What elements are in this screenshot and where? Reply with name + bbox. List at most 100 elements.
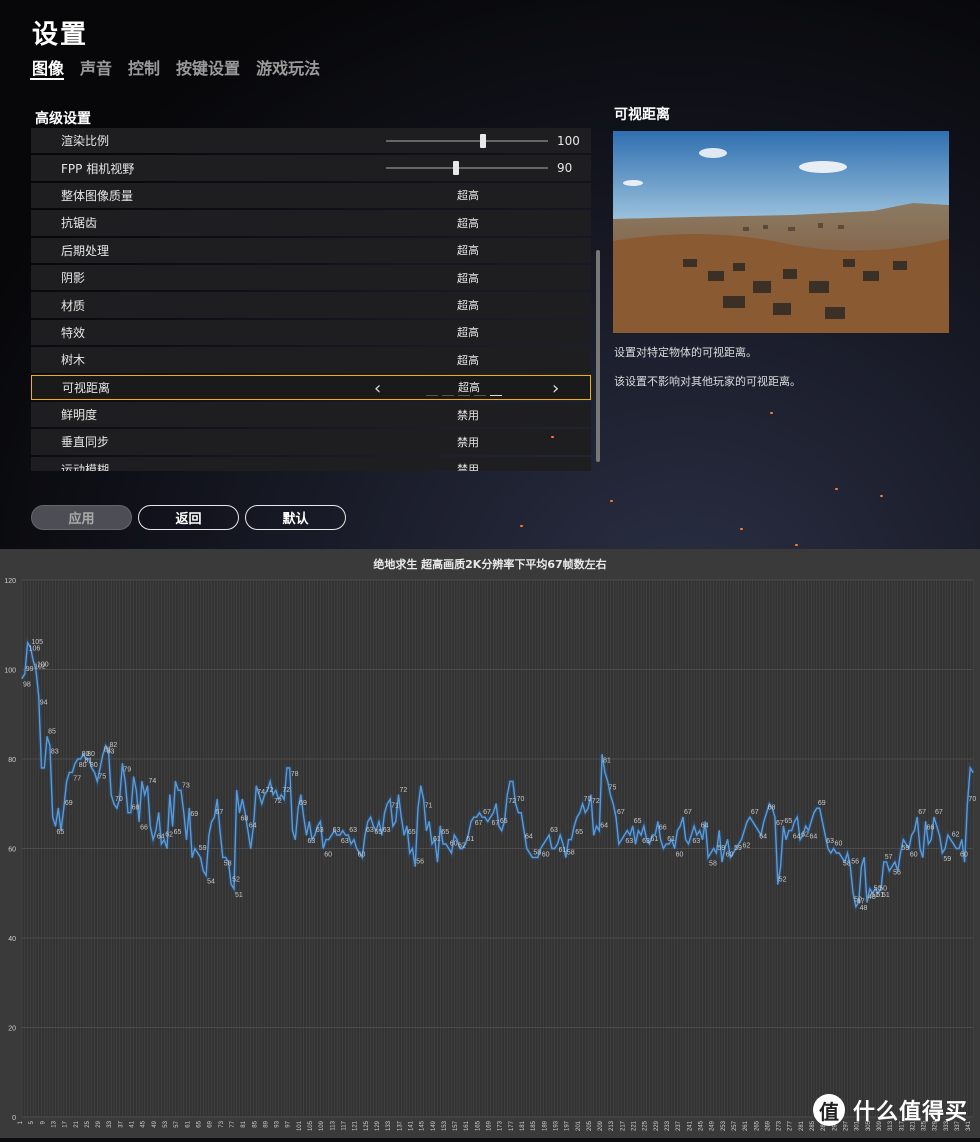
data-point (160, 843, 163, 845)
slider-knob[interactable] (480, 134, 487, 148)
data-point (364, 834, 366, 836)
default-button[interactable]: 默认 (245, 505, 346, 530)
setting-row[interactable]: 树木 超高 (31, 347, 591, 373)
setting-row[interactable]: 后期处理 超高 (31, 237, 591, 263)
setting-value: 超高 (457, 353, 479, 367)
data-point (746, 821, 748, 823)
tab-sound[interactable]: 声音 (80, 55, 112, 79)
settings-scrollbar[interactable] (596, 250, 600, 462)
setting-row[interactable]: 材质 超高 (31, 292, 591, 318)
setting-slider[interactable] (386, 161, 548, 176)
setting-row[interactable]: 鲜明度 禁用 (31, 401, 591, 428)
data-point (158, 812, 160, 814)
data-point (740, 838, 743, 841)
setting-row[interactable]: 运动模糊 禁用 (31, 456, 591, 471)
setting-row[interactable]: 整体图像质量 超高 (31, 182, 591, 209)
data-point (481, 816, 483, 818)
data-point (26, 642, 29, 644)
data-point (325, 838, 327, 841)
tab-graphics[interactable]: 图像 (32, 55, 64, 79)
data-point (130, 812, 132, 814)
settings-list[interactable]: 渲染比例 100 FPP 相机视野 90 整体图像质量 超高 抗锯齿 超高 后期处理 超高 阴影 超高… (31, 128, 591, 471)
tab-control[interactable]: 控制 (128, 55, 160, 79)
x-tick-label: 193 (553, 1120, 559, 1131)
data-point (344, 834, 347, 836)
x-tick-label: 65 (196, 1120, 202, 1127)
data-label: 63 (550, 827, 558, 834)
chevron-left-icon[interactable]: ‹ (374, 378, 381, 399)
data-point (261, 803, 263, 805)
data-point (66, 780, 68, 782)
slider-knob[interactable] (452, 161, 459, 176)
data-point (749, 816, 751, 818)
data-point (121, 762, 123, 765)
data-label: 69 (65, 800, 73, 807)
setting-row[interactable]: 阴影 超高 (31, 264, 591, 291)
data-point (378, 821, 380, 823)
data-point (913, 830, 916, 832)
apply-button[interactable]: 应用 (31, 505, 132, 530)
setting-value: 90 (557, 161, 573, 176)
setting-label: 材质 (61, 298, 86, 313)
x-tick-label: 85 (252, 1120, 258, 1127)
data-label: 80 (87, 751, 95, 758)
x-tick-label: 97 (286, 1120, 292, 1127)
data-point (788, 830, 790, 832)
setting-slider[interactable] (386, 134, 548, 148)
setting-row[interactable]: 特效 超高 (31, 319, 591, 346)
tab-gameplay[interactable]: 游戏玩法 (256, 55, 320, 79)
setting-row[interactable]: 可视距离 超高 ‹ › (31, 374, 591, 400)
data-label: 60 (450, 841, 458, 848)
x-tick-label: 21 (74, 1120, 80, 1127)
data-point (501, 830, 503, 832)
ember-spark (770, 412, 773, 414)
setting-row[interactable]: FPP 相机视野 90 (31, 155, 591, 181)
data-point (707, 856, 709, 859)
data-label: 67 (935, 809, 943, 816)
setting-row[interactable]: 渲染比例 100 (31, 128, 591, 154)
setting-value[interactable]: 超高 (458, 379, 480, 395)
data-label: 67 (483, 809, 491, 816)
data-point (478, 812, 480, 814)
data-point (370, 816, 372, 818)
data-point (883, 861, 885, 863)
data-label: 94 (40, 699, 48, 706)
data-label: 65 (575, 829, 583, 836)
data-label: 64 (759, 834, 767, 841)
data-point (615, 816, 617, 818)
data-point (710, 852, 712, 854)
x-tick-label: 233 (665, 1120, 671, 1131)
data-point (473, 816, 475, 818)
data-point (330, 834, 333, 836)
data-point (414, 865, 416, 867)
data-point (598, 830, 600, 832)
data-point (392, 825, 394, 827)
data-point (188, 807, 190, 809)
y-tick-label: 20 (8, 1026, 16, 1033)
chevron-right-icon[interactable]: › (552, 378, 559, 399)
y-tick-label: 0 (12, 1115, 16, 1122)
setting-row[interactable]: 抗锯齿 超高 (31, 210, 591, 236)
setting-value: 禁用 (457, 408, 479, 422)
setting-row[interactable]: 垂直同步 禁用 (31, 429, 591, 455)
data-point (964, 861, 966, 863)
data-point (219, 830, 221, 832)
data-label: 51 (235, 892, 243, 899)
data-point (43, 767, 45, 769)
preview-title: 可视距离 (614, 107, 670, 123)
data-point (682, 816, 684, 818)
data-label: 67 (475, 820, 483, 827)
data-label: 63 (333, 827, 341, 834)
data-label: 63 (625, 838, 633, 845)
data-label: 63 (366, 827, 374, 834)
data-point (640, 834, 642, 836)
data-point (152, 838, 154, 841)
setting-value: 超高 (457, 216, 479, 230)
data-point (205, 874, 207, 876)
tab-keybindings[interactable]: 按键设置 (176, 55, 240, 79)
data-point (300, 794, 302, 796)
back-button[interactable]: 返回 (138, 505, 239, 530)
data-point (417, 807, 419, 809)
data-point (643, 825, 645, 827)
data-label: 67 (751, 809, 759, 816)
